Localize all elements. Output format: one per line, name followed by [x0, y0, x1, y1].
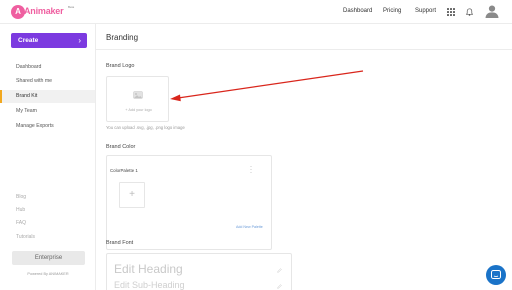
kebab-menu-icon[interactable]: · · ·	[250, 164, 252, 176]
chevron-right-icon: ›	[78, 36, 81, 45]
logo-beta-tag: Beta	[68, 5, 75, 9]
powered-by-text: Powered By ANIMAKER	[27, 272, 69, 276]
chat-bubble-icon	[491, 270, 501, 279]
sidebar-item-my-team[interactable]: My Team	[0, 105, 95, 118]
nav-pricing-link[interactable]: Pricing	[383, 8, 401, 14]
sidebar-link-blog[interactable]: Blog	[16, 194, 26, 200]
notification-bell-icon[interactable]	[466, 8, 473, 16]
nav-support-link[interactable]: Support	[415, 8, 436, 14]
nav-dashboard-link[interactable]: Dashboard	[343, 8, 372, 14]
title-divider	[96, 49, 512, 50]
sidebar-item-shared-with-me[interactable]: Shared with me	[0, 75, 95, 88]
page-title: Branding	[106, 33, 139, 42]
enterprise-button[interactable]: Enterprise	[12, 251, 85, 265]
edit-heading-text[interactable]: Edit Heading	[114, 262, 183, 276]
sidebar-item-manage-exports[interactable]: Manage Exports	[0, 120, 95, 133]
brand-color-label: Brand Color	[106, 144, 136, 150]
sidebar-link-hub[interactable]: Hub	[16, 207, 25, 213]
edit-subheading-text[interactable]: Edit Sub-Heading	[114, 280, 185, 290]
edit-heading-pencil-icon[interactable]	[277, 268, 282, 273]
top-navigation-bar: A Animaker Beta Dashboard Pricing Suppor…	[0, 0, 512, 24]
chat-support-button[interactable]	[486, 265, 506, 285]
create-button-label: Create	[18, 37, 39, 44]
add-new-palette-link[interactable]: Add New Palette	[236, 225, 263, 229]
sidebar-item-dashboard[interactable]: Dashboard	[0, 61, 95, 74]
animaker-logo[interactable]: A Animaker Beta	[11, 5, 74, 19]
sidebar-item-brand-kit[interactable]: Brand Kit	[0, 90, 95, 103]
palette-name: ColorPalette 1	[110, 168, 138, 173]
sidebar-link-tutorials[interactable]: Tutorials	[16, 234, 35, 240]
add-color-button[interactable]: +	[119, 182, 145, 208]
logo-upload-hint: You can upload .svg, .jpg, .png logo ima…	[106, 125, 185, 130]
create-button[interactable]: Create ›	[11, 33, 87, 48]
user-avatar-icon[interactable]	[485, 4, 499, 18]
main-content: Branding Brand Logo + Add your logo You …	[96, 24, 512, 290]
logo-upload-box[interactable]: + Add your logo	[106, 76, 169, 122]
brand-font-label: Brand Font	[106, 240, 134, 246]
brand-logo-label: Brand Logo	[106, 63, 135, 69]
sidebar-link-faq[interactable]: FAQ	[16, 220, 26, 226]
sidebar: Create › Dashboard Shared with me Brand …	[0, 24, 96, 290]
apps-grid-icon[interactable]	[447, 8, 455, 16]
logo-badge: A	[11, 5, 25, 19]
image-placeholder-icon	[133, 91, 143, 99]
edit-subheading-pencil-icon[interactable]	[277, 284, 282, 289]
add-logo-text: + Add your logo	[125, 108, 152, 112]
logo-wordmark: Animaker	[24, 6, 64, 16]
